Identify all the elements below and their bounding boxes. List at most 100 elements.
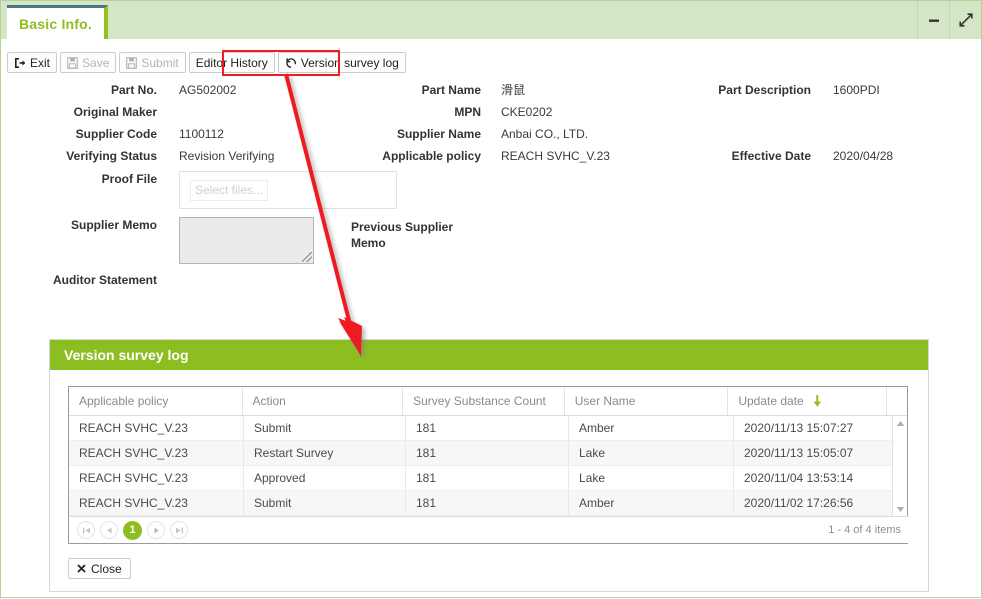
column-header-update-date-label: Update date [738,394,804,408]
field-auditor-statement: Auditor Statement [1,272,369,288]
proof-file-dropzone[interactable]: Select files... [179,171,397,209]
field-mpn: MPN CKE0202 [351,104,681,120]
cell-action: Submit [244,416,406,440]
field-part-description-label: Part Description [718,83,811,97]
pager-info: 1 - 4 of 4 items [828,524,901,536]
cell-survey-substance-count: 181 [406,416,569,440]
field-previous-supplier-memo-label: Previous Supplier Memo [351,220,454,250]
cell-applicable-policy: REACH SVHC_V.23 [69,466,244,490]
title-bar: Basic Info. [1,1,981,39]
pager-page-1-label: 1 [129,524,136,536]
version-survey-log-footer: Close [50,550,928,591]
pager-next-button[interactable] [147,521,165,539]
grid-header-row: Applicable policy Action Survey Substanc… [69,387,907,416]
field-supplier-memo-label: Supplier Memo [70,218,157,232]
cell-user-name: Amber [569,416,734,440]
close-button[interactable]: Close [68,558,131,579]
field-auditor-statement-label: Auditor Statement [52,273,157,287]
field-applicable-policy: Applicable policy REACH SVHC_V.23 [351,148,681,164]
column-header-user-name-label: User Name [574,394,636,408]
scroll-up-icon[interactable] [893,416,907,430]
field-proof-file-label: Proof File [101,172,157,186]
supplier-memo-textarea[interactable] [179,217,314,264]
column-header-survey-substance-count[interactable]: Survey Substance Count [403,387,565,415]
field-supplier-code-label: Supplier Code [75,127,157,141]
window-controls [917,1,981,39]
cell-update-date: 2020/11/13 15:07:27 [744,421,854,435]
cell-update-date: 2020/11/02 17:26:56 [744,496,854,510]
pager-first-button[interactable] [77,521,95,539]
exit-label: Exit [30,55,51,70]
cell-action: Submit [244,491,406,515]
next-page-icon [153,527,159,533]
select-files-button[interactable]: Select files... [190,179,268,201]
tab-basic-info[interactable]: Basic Info. [7,5,108,39]
column-header-action[interactable]: Action [243,387,404,415]
grid-vertical-scrollbar[interactable] [892,416,907,516]
exit-icon [14,57,26,69]
cell-applicable-policy: REACH SVHC_V.23 [69,491,244,515]
minimize-button[interactable] [917,1,949,39]
field-proof-file: Proof File Select files... [1,171,397,209]
field-verifying-status-value: Revision Verifying [179,149,275,163]
field-supplier-name-value: Anbai CO., LTD. [501,127,589,141]
save-label: Save [82,55,110,70]
version-survey-log-header: Version survey log [50,340,928,370]
grid-pager: 1 1 - 4 of 4 items [69,516,909,543]
close-label: Close [91,561,122,576]
version-survey-log-body: Applicable policy Action Survey Substanc… [50,370,928,550]
pager-page-1[interactable]: 1 [123,520,142,540]
table-row[interactable]: REACH SVHC_V.23 Approved 181 Lake 2020/1… [69,466,907,491]
field-verifying-status-label: Verifying Status [66,149,157,163]
application-window: Basic Info. Exit Save Submit Editor Hist… [0,0,982,598]
minimize-icon [928,19,939,22]
field-mpn-value: CKE0202 [501,105,553,119]
column-header-scroll-spacer [887,387,907,415]
toolbar: Exit Save Submit Editor History Version … [7,52,406,73]
column-header-update-date[interactable]: Update date [728,387,887,415]
sort-descending-icon [813,395,822,407]
cell-applicable-policy: REACH SVHC_V.23 [69,441,244,465]
field-mpn-label: MPN [454,105,481,119]
table-row[interactable]: REACH SVHC_V.23 Submit 181 Amber 2020/11… [69,416,907,441]
pager-prev-button[interactable] [100,521,118,539]
field-applicable-policy-label: Applicable policy [382,149,481,163]
version-survey-log-label: Version survey log [300,55,399,70]
cell-update-date: 2020/11/04 13:53:14 [744,471,854,485]
exit-button[interactable]: Exit [7,52,58,73]
tab-basic-info-label: Basic Info. [19,15,92,32]
submit-icon [126,56,138,69]
field-verifying-status: Verifying Status Revision Verifying [1,148,369,164]
field-supplier-name: Supplier Name Anbai CO., LTD. [351,126,681,142]
scroll-down-icon[interactable] [893,502,907,516]
save-button[interactable]: Save [60,52,117,73]
close-icon [77,562,86,576]
version-survey-log-panel: Version survey log Applicable policy Act… [49,339,929,592]
column-header-applicable-policy[interactable]: Applicable policy [69,387,243,415]
field-effective-date-label: Effective Date [731,149,811,163]
cell-action: Restart Survey [244,441,406,465]
column-header-survey-substance-count-label: Survey Substance Count [413,394,546,408]
field-supplier-code-value: 1100112 [179,127,224,141]
cell-user-name: Lake [569,466,734,490]
expand-icon [958,13,973,27]
field-part-name-label: Part Name [421,83,481,97]
cell-applicable-policy: REACH SVHC_V.23 [69,416,244,440]
save-icon [67,56,78,69]
editor-history-button[interactable]: Editor History [188,52,275,73]
table-row[interactable]: REACH SVHC_V.23 Submit 181 Amber 2020/11… [69,491,907,516]
column-header-user-name[interactable]: User Name [565,387,729,415]
field-part-name: Part Name 滑鼠 [351,82,681,98]
tab-strip: Basic Info. [7,5,108,39]
field-part-description: Part Description 1600PDI [701,82,953,98]
expand-button[interactable] [949,1,981,39]
field-supplier-code: Supplier Code 1100112 [1,126,369,142]
pager-last-button[interactable] [170,521,188,539]
submit-button[interactable]: Submit [119,52,186,73]
cell-action: Approved [244,466,406,490]
version-survey-log-button[interactable]: Version survey log [277,52,406,73]
table-row[interactable]: REACH SVHC_V.23 Restart Survey 181 Lake … [69,441,907,466]
submit-label: Submit [141,55,179,70]
cell-user-name: Lake [569,441,734,465]
field-supplier-name-label: Supplier Name [396,127,481,141]
